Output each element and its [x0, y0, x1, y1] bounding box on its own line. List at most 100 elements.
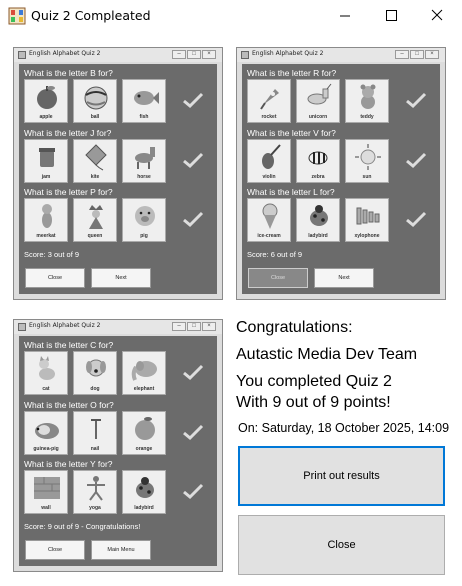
- mini-title: English Alphabet Quiz 2: [252, 50, 324, 57]
- fish-icon: [134, 91, 159, 105]
- option-label: kite: [90, 174, 100, 180]
- quiz-body: What is the letter B for? apple ball fis…: [19, 64, 217, 294]
- mini-maximize-icon: □: [187, 322, 201, 331]
- option-card: orange: [122, 411, 166, 455]
- close-icon: [431, 9, 443, 21]
- question-text: What is the letter R for?: [247, 68, 337, 78]
- question-text: What is the letter L for?: [247, 187, 335, 197]
- option-card: dog: [73, 351, 117, 395]
- question-text: What is the letter V for?: [247, 128, 336, 138]
- mini-title-bar: English Alphabet Quiz 2 – □ ×: [237, 48, 445, 62]
- option-card: elephant: [122, 351, 166, 395]
- client-area: English Alphabet Quiz 2 – □ × What is th…: [1, 32, 461, 585]
- title-bar: Quiz 2 Compleated: [0, 0, 462, 32]
- option-card: ladybird: [296, 198, 340, 242]
- maximize-icon: [386, 10, 397, 21]
- option-label: elephant: [133, 386, 155, 392]
- mini-close-icon: ×: [202, 50, 216, 59]
- mini-title-bar: English Alphabet Quiz 2 – □ ×: [14, 48, 222, 62]
- check-icon: [183, 483, 204, 500]
- option-label: unicorn: [308, 114, 328, 120]
- mini-close-button: Close: [25, 268, 85, 288]
- jam-icon: [39, 148, 55, 167]
- mini-main-menu-button: Main Menu: [91, 540, 151, 560]
- mini-close-icon: ×: [425, 50, 439, 59]
- option-card: zebra: [296, 139, 340, 183]
- option-label: rocket: [261, 114, 277, 120]
- option-label: ladybird: [134, 505, 154, 511]
- completion-date: On: Saturday, 18 October 2025, 14:09: [238, 421, 450, 435]
- option-card: queen: [73, 198, 117, 242]
- completed-text: You completed Quiz 2: [236, 373, 392, 390]
- mini-minimize-icon: –: [172, 50, 186, 59]
- check-icon: [183, 424, 204, 441]
- mini-close-button: Close: [248, 268, 308, 288]
- option-label: violin: [262, 174, 276, 180]
- mini-close-button: Close: [25, 540, 85, 560]
- question-text: What is the letter C for?: [24, 340, 114, 350]
- option-label: wall: [41, 505, 51, 511]
- score-text: Score: 6 out of 9: [247, 250, 303, 259]
- team-name: Autastic Media Dev Team: [236, 346, 418, 363]
- option-label: fish: [139, 114, 149, 120]
- check-icon: [183, 92, 204, 109]
- option-card: jam: [24, 139, 68, 183]
- cat-icon: [39, 356, 55, 380]
- option-label: pig: [140, 233, 148, 239]
- option-label: ice-cream: [257, 233, 281, 239]
- horse-icon: [135, 147, 155, 169]
- ladybird-icon: [310, 205, 328, 226]
- close-window-button[interactable]: [414, 0, 460, 32]
- check-icon: [406, 92, 427, 109]
- mini-close-icon: ×: [202, 322, 216, 331]
- option-card: cat: [24, 351, 68, 395]
- option-card: xylophone: [345, 198, 389, 242]
- close-button[interactable]: Close: [238, 515, 445, 575]
- option-card: fish: [122, 79, 166, 123]
- maximize-button[interactable]: [368, 0, 414, 32]
- option-label: dog: [90, 386, 100, 392]
- dog-icon: [86, 359, 106, 377]
- teddy-icon: [360, 84, 376, 109]
- minimize-icon: [340, 15, 350, 17]
- option-card: ladybird: [122, 470, 166, 514]
- mini-title: English Alphabet Quiz 2: [29, 50, 101, 57]
- quiz-screenshot-1: English Alphabet Quiz 2 – □ × What is th…: [13, 47, 223, 300]
- check-icon: [183, 152, 204, 169]
- points-text: With 9 out of 9 points!: [236, 394, 391, 411]
- queen-icon: [89, 205, 103, 229]
- question-text: What is the letter B for?: [24, 68, 113, 78]
- option-label: ball: [90, 114, 100, 120]
- option-card: meerkat: [24, 198, 68, 242]
- print-results-button[interactable]: Print out results: [238, 446, 445, 506]
- quiz-body: What is the letter C for? cat dog elepha…: [19, 336, 217, 566]
- apple-icon: [37, 86, 57, 109]
- mini-minimize-icon: –: [172, 322, 186, 331]
- question-text: What is the letter O for?: [24, 400, 114, 410]
- option-label: teddy: [360, 114, 374, 120]
- xylophone-icon: [356, 207, 380, 225]
- mini-app-icon: [18, 323, 26, 331]
- option-card: rocket: [247, 79, 291, 123]
- option-label: meerkat: [36, 233, 56, 239]
- option-card: yoga: [73, 470, 117, 514]
- option-card: pig: [122, 198, 166, 242]
- option-label: orange: [135, 446, 153, 452]
- ladybird-icon: [136, 477, 154, 498]
- ball-icon: [84, 86, 108, 110]
- quiz-body: What is the letter R for? rocket unicorn…: [242, 64, 440, 294]
- question-text: What is the letter Y for?: [24, 459, 113, 469]
- option-card: teddy: [345, 79, 389, 123]
- congrats-heading: Congratulations:: [236, 319, 353, 336]
- question-text: What is the letter P for?: [24, 187, 113, 197]
- option-label: zebra: [311, 174, 325, 180]
- minimize-button[interactable]: [322, 0, 368, 32]
- option-label: horse: [137, 174, 151, 180]
- quiz-screenshot-2: English Alphabet Quiz 2 – □ × What is th…: [236, 47, 446, 300]
- option-label: yoga: [89, 505, 101, 511]
- score-text: Score: 3 out of 9: [24, 250, 80, 259]
- kite-icon: [85, 144, 107, 171]
- ice-cream-icon: [262, 203, 278, 229]
- option-card: violin: [247, 139, 291, 183]
- pig-icon: [135, 206, 155, 226]
